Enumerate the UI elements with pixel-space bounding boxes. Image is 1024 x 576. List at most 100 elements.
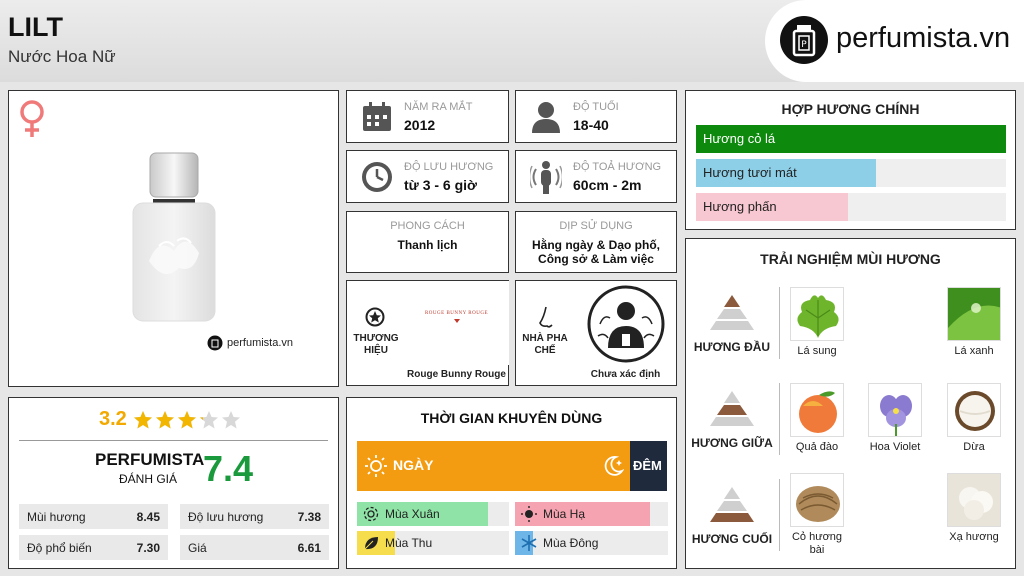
sun-icon bbox=[365, 455, 387, 482]
brand-card[interactable]: THƯƠNG HIỆU ROUGE BUNNY ROUGE Rouge Bunn… bbox=[346, 280, 509, 386]
main-accords-card: HỢP HƯƠNG CHÍNH Hương cỏ lá Hương tươi m… bbox=[685, 90, 1016, 230]
notes-title: TRẢI NGHIỆM MÙI HƯƠNG bbox=[760, 251, 941, 267]
longevity-card: ĐỘ LƯU HƯƠNG từ 3 - 6 giờ bbox=[346, 150, 509, 203]
watermark-logo-icon bbox=[207, 335, 223, 351]
pyramid-middle-icon bbox=[708, 389, 756, 432]
rating-stars bbox=[133, 410, 241, 430]
season-label: Mùa Xuân bbox=[385, 507, 440, 521]
note-name: Lá xanh bbox=[954, 345, 994, 357]
moon-icon bbox=[602, 455, 625, 482]
sillage-card: ĐỘ TOẢ HƯƠNG 60cm - 2m bbox=[515, 150, 677, 203]
note-green-leaf: Lá xanh bbox=[946, 287, 1002, 358]
brand-name: Rouge Bunny Rouge bbox=[407, 369, 506, 380]
perfumer-name: Chưa xác định bbox=[590, 369, 661, 380]
season-autumn: Mùa Thu bbox=[357, 531, 509, 555]
star-badge-icon bbox=[365, 307, 385, 332]
star-icon bbox=[221, 410, 240, 428]
age-value: 18-40 bbox=[573, 117, 609, 133]
time-title: THỜI GIAN KHUYÊN DÙNG bbox=[420, 410, 603, 426]
product-bottle-image bbox=[129, 151, 219, 331]
sillage-label: ĐỘ TOẢ HƯƠNG bbox=[573, 161, 662, 173]
accord-label: Hương phấn bbox=[703, 199, 777, 214]
longevity-value: từ 3 - 6 giờ bbox=[404, 177, 477, 193]
metric-label: Mùi hương bbox=[27, 509, 86, 524]
season-spring: Mùa Xuân bbox=[357, 502, 509, 526]
brand-label: THƯƠNG HIỆU bbox=[353, 333, 399, 356]
metric-value: 6.61 bbox=[297, 540, 321, 555]
note-name: Lá sung bbox=[797, 345, 837, 357]
age-card: ĐỘ TUỔI 18-40 bbox=[515, 90, 677, 143]
metric-label: Độ lưu hương bbox=[188, 509, 264, 524]
note-coconut: Dừa bbox=[946, 383, 1002, 454]
pyramid-top-icon bbox=[708, 293, 756, 336]
tier-label-top: HƯƠNG ĐẦU bbox=[693, 340, 771, 354]
site-logo-text[interactable]: perfumista.vn bbox=[836, 22, 1010, 55]
style-card: PHONG CÁCH Thanh lịch bbox=[346, 211, 509, 273]
season-label: Mùa Đông bbox=[543, 536, 599, 550]
score-brand-label: PERFUMISTA bbox=[95, 450, 205, 469]
sillage-value: 60cm - 2m bbox=[573, 177, 642, 193]
metric-label: Độ phổ biến bbox=[27, 540, 92, 555]
watermark: perfumista.vn bbox=[207, 335, 293, 351]
score-sub-label: ĐÁNH GIÁ bbox=[119, 472, 178, 486]
perfumer-label: NHÀ PHA CHẾ bbox=[522, 333, 568, 356]
clock-icon bbox=[361, 161, 393, 198]
metric-longevity: Độ lưu hương 7.38 bbox=[180, 504, 329, 529]
accord-bar: Hương phấn bbox=[696, 193, 1006, 221]
longevity-label: ĐỘ LƯU HƯƠNG bbox=[404, 161, 494, 173]
occasion-label: DỊP SỬ DỤNG bbox=[559, 220, 633, 232]
metric-scent: Mùi hương 8.45 bbox=[19, 504, 168, 529]
night-label: ĐÊM bbox=[633, 458, 662, 473]
star-icon bbox=[133, 410, 152, 428]
release-label: NĂM RA MẮT bbox=[404, 101, 473, 113]
release-year-card: NĂM RA MẮT 2012 bbox=[346, 90, 509, 143]
divider bbox=[779, 287, 780, 359]
release-value: 2012 bbox=[404, 117, 436, 133]
style-label: PHONG CÁCH bbox=[390, 220, 465, 232]
musk-cotton-icon bbox=[947, 473, 1001, 527]
star-icon bbox=[177, 410, 196, 428]
accord-label: Hương cỏ lá bbox=[703, 131, 776, 146]
accords-title: HỢP HƯƠNG CHÍNH bbox=[781, 101, 920, 117]
accord-bar: Hương tươi mát bbox=[696, 159, 1006, 187]
sun-small-icon bbox=[521, 506, 537, 525]
divider bbox=[779, 383, 780, 455]
divider bbox=[19, 440, 328, 441]
product-image-card: perfumista.vn bbox=[8, 90, 339, 387]
rating-card: 3.2 PERFUMISTA ĐÁNH GIÁ 7.4 Mùi hương 8.… bbox=[8, 397, 339, 569]
season-winter: Mùa Đông bbox=[515, 531, 668, 555]
season-label: Mùa Hạ bbox=[543, 507, 586, 521]
watermark-text: perfumista.vn bbox=[227, 337, 294, 349]
coconut-icon bbox=[947, 383, 1001, 437]
tier-label-base: HƯƠNG CUỐI bbox=[691, 532, 773, 546]
season-label: Mùa Thu bbox=[385, 536, 433, 550]
female-symbol-icon bbox=[17, 99, 47, 144]
perfumer-card[interactable]: NHÀ PHA CHẾ Chưa xác định bbox=[515, 280, 677, 386]
note-name: Cỏ hương bài bbox=[791, 531, 843, 556]
perfume-title: LILT bbox=[8, 12, 63, 42]
day-label: NGÀY bbox=[393, 457, 434, 473]
flower-icon bbox=[363, 506, 379, 525]
pyramid-base-icon bbox=[708, 485, 756, 528]
style-value: Thanh lịch bbox=[397, 238, 458, 252]
rating-value: 3.2 bbox=[99, 408, 127, 430]
green-leaf-icon bbox=[947, 287, 1001, 341]
metric-value: 7.38 bbox=[297, 509, 321, 524]
accord-label: Hương tươi mát bbox=[703, 165, 797, 180]
note-name: Xạ hương bbox=[949, 531, 999, 543]
scent-notes-card: TRẢI NGHIỆM MÙI HƯƠNG HƯƠNG ĐẦU Lá sung bbox=[685, 238, 1016, 569]
perfume-bottle-logo-icon[interactable]: P bbox=[780, 16, 828, 64]
metric-price: Giá 6.61 bbox=[180, 535, 329, 560]
snowflake-icon bbox=[521, 535, 537, 554]
note-name: Dừa bbox=[963, 441, 985, 453]
season-summer: Mùa Hạ bbox=[515, 502, 668, 526]
age-label: ĐỘ TUỔI bbox=[573, 101, 619, 113]
note-name: Quả đào bbox=[795, 441, 839, 453]
metric-value: 8.45 bbox=[136, 509, 160, 524]
svg-text:P: P bbox=[801, 40, 807, 50]
accord-bar: Hương cỏ lá bbox=[696, 125, 1006, 153]
perfumer-portrait bbox=[586, 284, 666, 364]
occasion-card: DỊP SỬ DỤNG Hằng ngày & Dạo phố, Công sở… bbox=[515, 211, 677, 273]
note-fig-leaf: Lá sung bbox=[789, 287, 845, 358]
star-rating: 3.2 bbox=[99, 408, 241, 431]
